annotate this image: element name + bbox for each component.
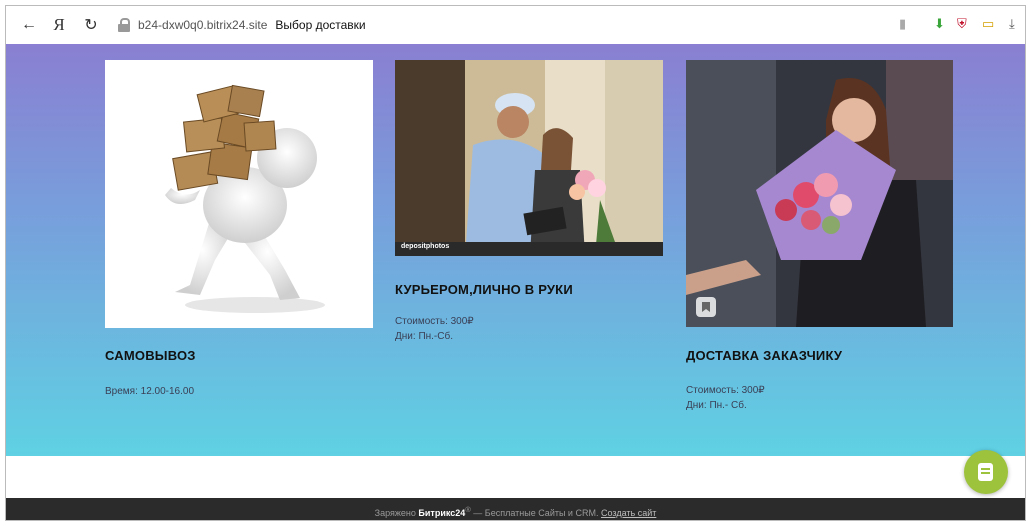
courier-image: depositphotos <box>395 60 663 256</box>
page-title: Выбор доставки <box>275 18 366 32</box>
shield-icon[interactable]: ⛨ <box>957 16 967 32</box>
download-extension-icon[interactable]: ⬇ <box>934 16 945 32</box>
battery-icon[interactable]: ▭ <box>982 16 994 32</box>
customer-delivery-days: Дни: Пн.- Сб. <box>686 400 747 411</box>
customer-delivery-cost: Стоимость: 300₽ <box>686 385 765 396</box>
address-bar-url[interactable]: b24-dxw0q0.bitrix24.site <box>138 18 267 32</box>
lock-icon <box>118 18 130 32</box>
courier-cost: Стоимость: 300₽ <box>395 316 474 327</box>
create-site-link[interactable]: Создать сайт <box>601 508 656 518</box>
back-arrow-icon[interactable]: ← <box>20 16 38 34</box>
delivery-options-section: САМОВЫВОЗ Время: 12.00-16.00 depositphot… <box>6 44 1025 456</box>
pickup-time: Время: 12.00-16.00 <box>105 386 195 397</box>
pickup-image <box>105 60 373 328</box>
depositphotos-watermark: depositphotos <box>401 243 450 250</box>
customer-delivery-image <box>686 60 953 327</box>
browser-toolbar: ← Я ↻ b24-dxw0q0.bitrix24.site Выбор дос… <box>6 6 1025 45</box>
customer-delivery-title: ДОСТАВКА ЗАКАЗЧИКУ <box>686 348 843 363</box>
pickup-title: САМОВЫВОЗ <box>105 348 196 363</box>
footer: Заряжено Битрикс24® — Бесплатные Сайты и… <box>6 498 1025 520</box>
download-icon[interactable]: ⤓ <box>1009 16 1015 32</box>
browser-window: ← Я ↻ b24-dxw0q0.bitrix24.site Выбор дос… <box>5 5 1026 521</box>
courier-days: Дни: Пн.-Сб. <box>395 331 453 342</box>
bookmark-icon[interactable] <box>696 297 716 317</box>
footer-middle: — Бесплатные Сайты и CRM. <box>473 508 599 518</box>
reload-icon[interactable]: ↻ <box>82 15 100 35</box>
chat-fab-button[interactable] <box>964 450 1008 494</box>
footer-brand[interactable]: Битрикс24 <box>418 508 465 518</box>
courier-title: КУРЬЕРОМ,ЛИЧНО В РУКИ <box>395 282 573 297</box>
footer-prefix: Заряжено <box>374 508 416 518</box>
form-icon <box>978 463 993 481</box>
yandex-logo-icon[interactable]: Я <box>50 15 68 35</box>
bookmark-icon[interactable]: ▮ <box>899 16 906 32</box>
